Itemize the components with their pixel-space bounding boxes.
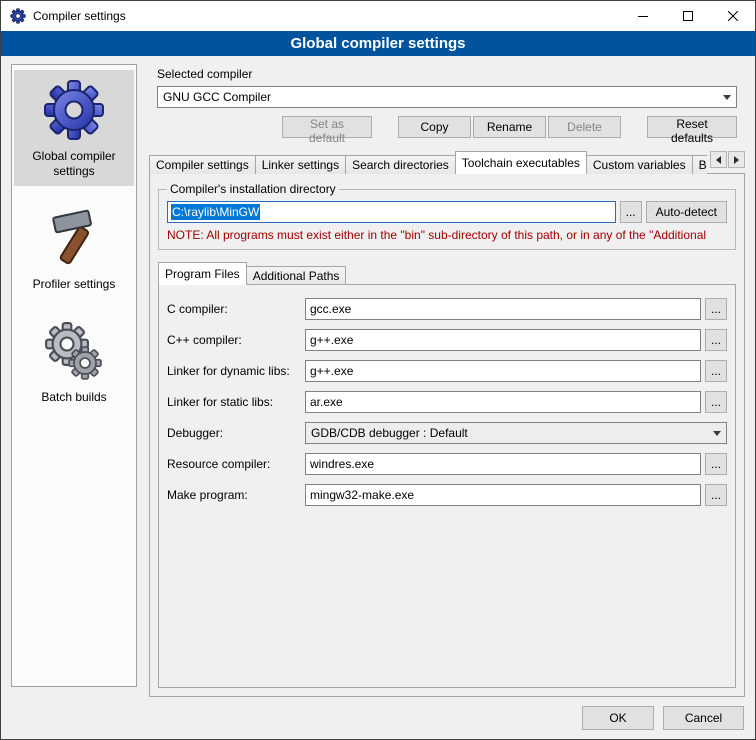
dynamic-linker-browse-button[interactable]: ... bbox=[705, 360, 727, 382]
tab-build-options[interactable]: Buil bbox=[692, 155, 707, 174]
sidebar-item-global-compiler-settings[interactable]: Global compiler settings bbox=[14, 70, 134, 186]
caption-buttons bbox=[620, 1, 755, 31]
browse-dir-button[interactable]: ... bbox=[620, 201, 642, 223]
c-compiler-input[interactable] bbox=[305, 298, 701, 320]
cancel-button[interactable]: Cancel bbox=[663, 706, 744, 730]
autodetect-button[interactable]: Auto-detect bbox=[646, 201, 727, 223]
static-linker-browse-button[interactable]: ... bbox=[705, 391, 727, 413]
cpp-compiler-browse-button[interactable]: ... bbox=[705, 329, 727, 351]
toolchain-executables-panel: Compiler's installation directory C:\ray… bbox=[149, 173, 745, 697]
dialog-body: Global compiler settings Profiler settin… bbox=[1, 56, 755, 697]
debugger-dropdown[interactable]: GDB/CDB debugger : Default bbox=[305, 422, 727, 444]
static-linker-input[interactable] bbox=[305, 391, 701, 413]
tab-scroll-right-button[interactable] bbox=[728, 151, 745, 168]
debugger-value: GDB/CDB debugger : Default bbox=[311, 426, 468, 440]
install-dir-groupbox-title: Compiler's installation directory bbox=[167, 182, 339, 196]
right-arrow-icon bbox=[734, 156, 739, 164]
install-dir-row: C:\raylib\MinGW ... Auto-detect bbox=[167, 201, 727, 223]
dynamic-linker-row: Linker for dynamic libs: ... bbox=[167, 360, 727, 382]
tab-custom-variables[interactable]: Custom variables bbox=[586, 155, 693, 174]
resource-compiler-browse-button[interactable]: ... bbox=[705, 453, 727, 475]
dialog-footer: OK Cancel bbox=[1, 697, 755, 739]
gear-blue-icon bbox=[42, 78, 106, 142]
tabs-viewport: Compiler settings Linker settings Search… bbox=[149, 151, 707, 174]
c-compiler-browse-button[interactable]: ... bbox=[705, 298, 727, 320]
selected-compiler-dropdown[interactable]: GNU GCC Compiler bbox=[157, 86, 737, 108]
set-as-default-button[interactable]: Set as default bbox=[282, 116, 372, 138]
compiler-buttons-row: Set as default Copy Rename Delete Reset … bbox=[157, 116, 737, 138]
copy-button[interactable]: Copy bbox=[398, 116, 471, 138]
program-files-panel: C compiler: ... C++ compiler: ... Linker… bbox=[158, 284, 736, 688]
sidebar: Global compiler settings Profiler settin… bbox=[11, 64, 137, 687]
tab-search-directories[interactable]: Search directories bbox=[345, 155, 456, 174]
tab-program-files[interactable]: Program Files bbox=[158, 262, 247, 285]
chevron-down-icon bbox=[723, 95, 731, 100]
sidebar-item-batch-builds[interactable]: Batch builds bbox=[14, 311, 134, 412]
ok-button[interactable]: OK bbox=[582, 706, 654, 730]
reset-defaults-button[interactable]: Reset defaults bbox=[647, 116, 737, 138]
field-label: Make program: bbox=[167, 488, 305, 502]
selected-compiler-value: GNU GCC Compiler bbox=[163, 90, 271, 104]
minimize-button[interactable] bbox=[620, 1, 665, 31]
tab-compiler-settings[interactable]: Compiler settings bbox=[149, 155, 256, 174]
cpp-compiler-input[interactable] bbox=[305, 329, 701, 351]
chevron-down-icon bbox=[713, 431, 721, 436]
field-label: Linker for static libs: bbox=[167, 395, 305, 409]
install-dir-groupbox: Compiler's installation directory C:\ray… bbox=[158, 182, 736, 250]
make-program-browse-button[interactable]: ... bbox=[705, 484, 727, 506]
static-linker-row: Linker for static libs: ... bbox=[167, 391, 727, 413]
compiler-tabstrip: Compiler settings Linker settings Search… bbox=[149, 151, 745, 174]
install-dir-input[interactable]: C:\raylib\MinGW bbox=[167, 201, 616, 223]
tab-toolchain-executables[interactable]: Toolchain executables bbox=[455, 151, 587, 174]
delete-button[interactable]: Delete bbox=[548, 116, 621, 138]
dynamic-linker-input[interactable] bbox=[305, 360, 701, 382]
resource-compiler-row: Resource compiler: ... bbox=[167, 453, 727, 475]
selected-compiler-label: Selected compiler bbox=[157, 67, 737, 81]
field-label: Debugger: bbox=[167, 426, 305, 440]
field-label: Resource compiler: bbox=[167, 457, 305, 471]
cpp-compiler-row: C++ compiler: ... bbox=[167, 329, 727, 351]
make-program-input[interactable] bbox=[305, 484, 701, 506]
c-compiler-row: C compiler: ... bbox=[167, 298, 727, 320]
rename-button[interactable]: Rename bbox=[473, 116, 546, 138]
tab-additional-paths[interactable]: Additional Paths bbox=[246, 266, 347, 285]
sidebar-item-label: Batch builds bbox=[41, 390, 106, 405]
hammer-icon bbox=[42, 206, 106, 270]
maximize-button[interactable] bbox=[665, 1, 710, 31]
window-title: Compiler settings bbox=[33, 9, 620, 23]
tab-linker-settings[interactable]: Linker settings bbox=[255, 155, 346, 174]
titlebar: Compiler settings bbox=[1, 1, 755, 31]
gears-gray-icon bbox=[42, 319, 106, 383]
field-label: Linker for dynamic libs: bbox=[167, 364, 305, 378]
resource-compiler-input[interactable] bbox=[305, 453, 701, 475]
main-content: Selected compiler GNU GCC Compiler Set a… bbox=[149, 64, 745, 697]
tab-scroll-controls bbox=[709, 151, 745, 174]
app-icon bbox=[10, 8, 26, 24]
debugger-row: Debugger: GDB/CDB debugger : Default bbox=[167, 422, 727, 444]
compiler-settings-window: Compiler settings Global compiler settin… bbox=[0, 0, 756, 740]
note-text: NOTE: All programs must exist either in … bbox=[167, 228, 727, 242]
field-label: C++ compiler: bbox=[167, 333, 305, 347]
field-label: C compiler: bbox=[167, 302, 305, 316]
make-program-row: Make program: ... bbox=[167, 484, 727, 506]
page-title: Global compiler settings bbox=[1, 31, 755, 56]
tab-scroll-left-button[interactable] bbox=[710, 151, 727, 168]
left-arrow-icon bbox=[716, 156, 721, 164]
program-files-tabstrip: Program Files Additional Paths bbox=[158, 262, 736, 285]
close-button[interactable] bbox=[710, 1, 755, 31]
sidebar-item-profiler-settings[interactable]: Profiler settings bbox=[14, 198, 134, 299]
sidebar-item-label: Global compiler settings bbox=[16, 149, 132, 179]
sidebar-item-label: Profiler settings bbox=[33, 277, 116, 292]
selected-text: C:\raylib\MinGW bbox=[171, 204, 260, 220]
